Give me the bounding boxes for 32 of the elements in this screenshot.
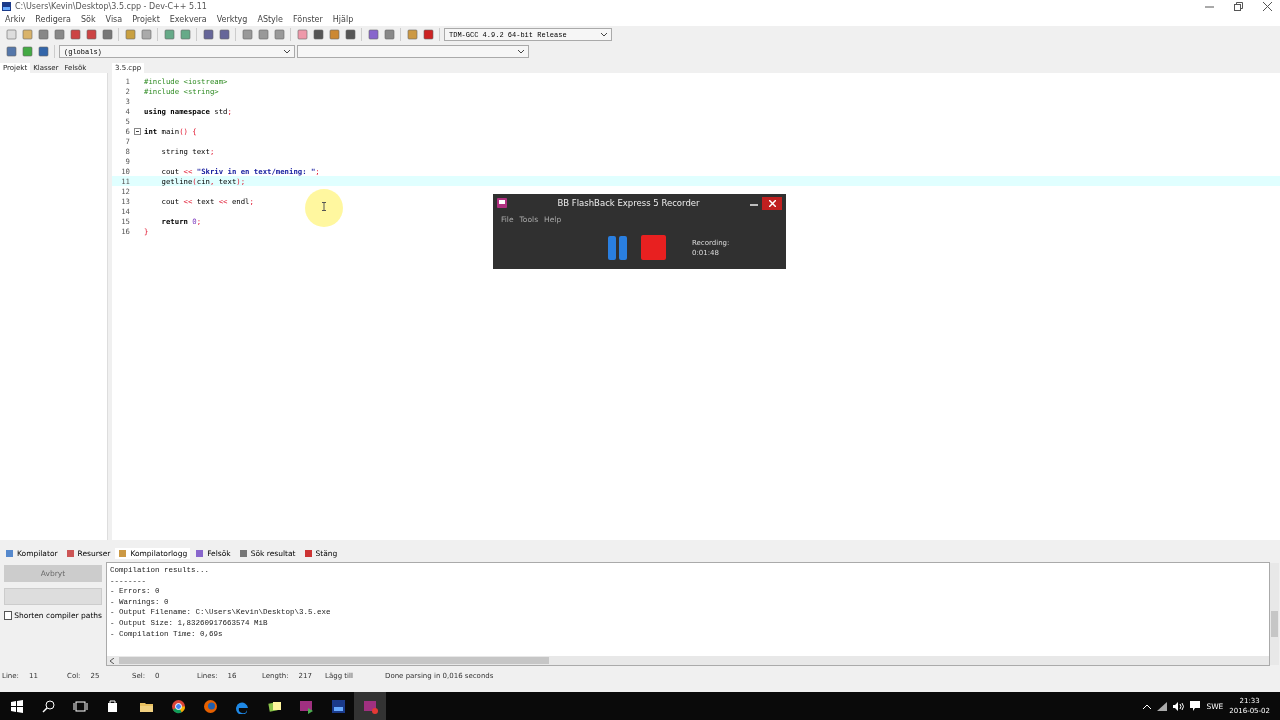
app-icon	[2, 1, 11, 11]
menu-item[interactable]: Exekvera	[164, 14, 212, 24]
close-icon	[768, 199, 776, 207]
caret-icon	[284, 49, 290, 54]
caret-icon	[518, 49, 524, 54]
window-title: C:\Users\Kevin\Desktop\3.5.cpp - Dev-C++ 5.11	[15, 1, 207, 11]
menu-item[interactable]: Fönster	[288, 14, 328, 24]
restore-icon[interactable]	[1234, 1, 1243, 11]
volume-icon[interactable]	[1173, 701, 1185, 711]
text-cursor-icon	[322, 202, 326, 211]
code-editor[interactable]	[112, 73, 1280, 540]
menu-item[interactable]: Verktyg	[211, 14, 253, 24]
menu-item[interactable]: Sök	[76, 14, 101, 24]
menu-item[interactable]: Arkiv	[0, 14, 31, 24]
recorder-title: BB FlashBack Express 5 Recorder	[556, 198, 701, 208]
menu-item[interactable]: Hjälp	[327, 14, 359, 24]
close-icon[interactable]	[1263, 1, 1272, 11]
wifi-icon[interactable]	[1157, 701, 1168, 711]
fold-icon[interactable]	[133, 127, 141, 135]
chevron-up-icon[interactable]	[1143, 703, 1152, 709]
horizontal-scrollbar[interactable]	[107, 656, 1269, 665]
close-button[interactable]	[762, 196, 782, 210]
notification-icon[interactable]	[1190, 701, 1201, 711]
menu-item[interactable]: Redigera	[30, 14, 76, 24]
scroll-left-icon[interactable]	[110, 657, 114, 664]
vertical-scrollbar[interactable]	[1270, 563, 1279, 665]
menu-item[interactable]: AStyle	[252, 14, 288, 24]
menu-item[interactable]: Projekt	[127, 14, 165, 24]
pause-button[interactable]	[608, 235, 627, 260]
recorder-app-icon	[497, 198, 507, 208]
menu-item[interactable]: Visa	[100, 14, 128, 24]
caret-icon	[601, 32, 607, 37]
